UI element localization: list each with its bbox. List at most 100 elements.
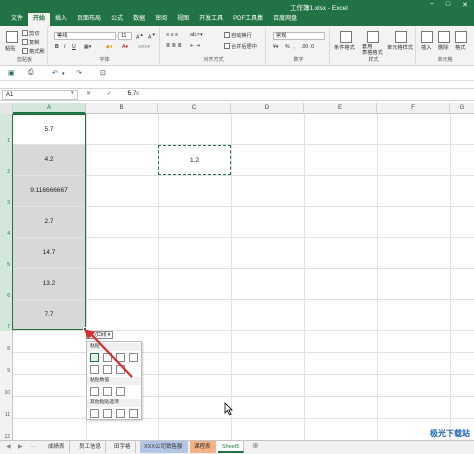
tab-home[interactable]: 开始 (28, 13, 51, 26)
paste-picture-icon[interactable] (116, 409, 125, 418)
insert-button[interactable]: 插入 (421, 44, 431, 51)
tab-file[interactable]: 文件 (6, 13, 28, 26)
orientation-icon[interactable]: ab↗▾ (190, 32, 203, 38)
paste-link-icon[interactable] (103, 409, 112, 418)
currency-icon[interactable]: ¥▾ (273, 44, 279, 50)
column-header-c[interactable]: C (158, 103, 231, 114)
quick-access-more-icon[interactable]: ⊡ (100, 69, 106, 77)
tab-page-layout[interactable]: 页面布局 (72, 13, 106, 26)
clipboard-group: 粘贴 剪切 复制 格式刷 剪贴板 (2, 28, 48, 64)
table-format-button[interactable]: 套用 表格格式 (362, 44, 383, 56)
window-title: 工作簿1.xlsx - Excel (290, 5, 348, 12)
add-sheet-icon[interactable]: ⊕ (252, 441, 259, 450)
select-all-corner[interactable] (0, 103, 13, 114)
top-align-icon[interactable]: ≡ ≡ ≡ (166, 32, 178, 38)
worksheet-grid[interactable]: 1 2 3 4 5 6 7 8 9 10 11 12 5.7 4.2 9.116… (0, 114, 474, 440)
prev-sheet-icon[interactable]: ◀ (6, 443, 11, 450)
row-header-11[interactable]: 11 (0, 397, 13, 419)
sheet-tab-active[interactable]: Sheet5 (218, 441, 245, 453)
minimize-icon[interactable]: − (430, 1, 434, 9)
print-icon[interactable]: ⎙ (28, 69, 34, 77)
comma-icon[interactable]: , (294, 44, 295, 50)
maximize-icon[interactable]: □ (446, 1, 450, 9)
row-header-12[interactable]: 12 (0, 419, 13, 440)
tab-formulas[interactable]: 公式 (106, 13, 128, 26)
redo-icon[interactable]: ↷ (76, 69, 82, 77)
sheet-tab-bar: ◀ ▶ … 成绩表 员工信息 田字格 XXX公司销售额 课程表 Sheet5 ⊕ (0, 440, 474, 454)
indent-icon[interactable]: ⇤ ⇥ (190, 43, 200, 49)
tab-data[interactable]: 数据 (128, 13, 150, 26)
delete-button[interactable]: 删除 (438, 44, 448, 51)
column-header-b[interactable]: B (86, 103, 158, 114)
shrink-font-icon[interactable]: A▼ (148, 32, 156, 41)
sheet-tab-1[interactable]: 成绩表 (44, 441, 70, 453)
font-size-select[interactable]: 11 (118, 32, 132, 40)
percent-button[interactable]: % (285, 44, 290, 50)
format-painter-button[interactable]: 格式刷 (22, 48, 45, 55)
column-header-d[interactable]: D (231, 103, 304, 114)
tab-developer[interactable]: 开发工具 (194, 13, 228, 26)
border-icon[interactable]: ▦▾ (84, 44, 92, 50)
bold-button[interactable]: B (55, 44, 59, 50)
tab-baidu-netdisk[interactable]: 百度网盘 (268, 13, 302, 26)
name-box[interactable]: A1 (2, 90, 78, 100)
column-header-e[interactable]: E (304, 103, 377, 114)
column-header-f[interactable]: F (377, 103, 450, 114)
row-header-10[interactable]: 10 (0, 375, 13, 397)
column-header-a[interactable]: A (13, 103, 86, 114)
paste-values-source-format-icon[interactable] (116, 387, 125, 396)
font-name-select[interactable]: 等线 (54, 32, 116, 40)
fill-color-icon[interactable]: ◆▾ (106, 44, 113, 50)
grow-font-icon[interactable]: A▲ (136, 32, 144, 41)
more-sheets-icon[interactable]: … (30, 443, 36, 449)
paste-formatting-icon[interactable] (90, 409, 99, 418)
delete-cells-icon[interactable] (438, 31, 450, 43)
decimal-icon[interactable]: .00 .0 (301, 44, 314, 50)
tab-review[interactable]: 审阅 (150, 13, 172, 26)
phonetic-icon[interactable]: wén▾ (138, 44, 150, 50)
cell-c2-copied[interactable]: 1.2 (158, 145, 231, 175)
paste-values-icon[interactable] (90, 387, 99, 396)
conditional-format-button[interactable]: 条件格式 (334, 44, 355, 51)
left-align-icon[interactable]: ≣ ≣ ≣ (166, 43, 182, 49)
paste-icon[interactable] (6, 31, 18, 43)
conditional-format-icon[interactable] (340, 31, 352, 43)
paste-button[interactable]: 粘贴 (5, 45, 15, 52)
cut-button[interactable]: 剪切 (22, 30, 39, 37)
paste-linked-picture-icon[interactable] (129, 409, 138, 418)
copy-button[interactable]: 复制 (22, 39, 39, 46)
merge-center-button[interactable]: 合并后居中 (224, 43, 257, 50)
sheet-tab-4[interactable]: XXX公司销售额 (140, 441, 188, 453)
tab-view[interactable]: 视图 (172, 13, 194, 26)
sheet-tab-5[interactable]: 课程表 (190, 441, 216, 453)
alignment-group-label: 对齐方式 (203, 57, 224, 63)
font-color-icon[interactable]: A▾ (122, 44, 128, 50)
column-header-g[interactable]: G (450, 103, 474, 114)
paste-values-number-format-icon[interactable] (103, 387, 112, 396)
italic-button[interactable]: I (64, 44, 65, 50)
next-sheet-icon[interactable]: ▶ (18, 443, 23, 450)
sheet-tab-3[interactable]: 田字格 (110, 441, 136, 453)
table-format-icon[interactable] (367, 31, 379, 43)
save-icon[interactable]: ▣ (8, 69, 15, 77)
underline-button[interactable]: U (72, 44, 76, 50)
undo-dropdown-icon[interactable]: ▾ (62, 71, 65, 77)
name-box-dropdown-icon[interactable]: ▾ (71, 90, 74, 96)
row-header-8[interactable]: 8 (0, 331, 13, 353)
cell-styles-icon[interactable] (395, 31, 407, 43)
format-cells-icon[interactable] (455, 31, 467, 43)
undo-icon[interactable]: ↶ (52, 69, 58, 77)
tab-insert[interactable]: 插入 (50, 13, 72, 26)
formula-input[interactable]: 5.7 (128, 91, 136, 97)
wrap-text-button[interactable]: 自动换行 (224, 32, 252, 39)
number-format-select[interactable]: 常规 (273, 32, 325, 40)
format-button[interactable]: 格式 (455, 44, 465, 51)
insert-cells-icon[interactable] (421, 31, 433, 43)
tab-pdf-tools[interactable]: PDF工具集 (228, 13, 268, 26)
cell-styles-button[interactable]: 单元格样式 (387, 44, 413, 51)
sheet-tab-2[interactable]: 员工信息 (75, 441, 107, 453)
close-icon[interactable]: ✕ (462, 1, 468, 9)
formula-icons[interactable]: ✕ ✓ fx (86, 90, 146, 97)
row-header-9[interactable]: 9 (0, 353, 13, 375)
watermark: 极光下载站 (430, 429, 470, 438)
